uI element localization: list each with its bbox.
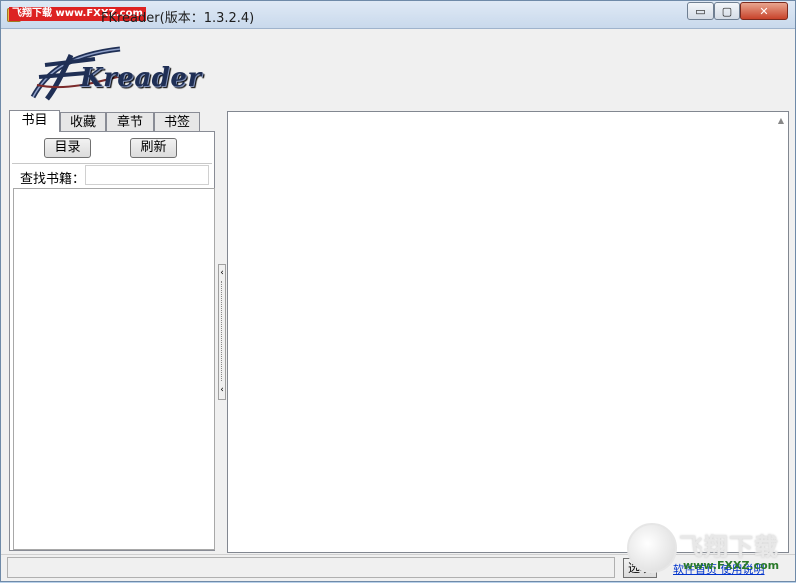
minimize-button[interactable]: ▭: [687, 2, 714, 20]
window-title: FKreader(版本：1.3.2.4): [101, 11, 255, 26]
vertical-scrollbar[interactable]: ▲: [771, 112, 788, 552]
tab-panel: 目录 刷新 查找书籍：: [9, 131, 215, 551]
search-label: 查找书籍：: [20, 172, 86, 187]
refresh-button[interactable]: 刷新: [130, 138, 177, 158]
reading-area[interactable]: ▲: [227, 111, 789, 553]
panel-splitter[interactable]: ‹ ‹: [218, 264, 226, 400]
logo-text: Kreader: [80, 63, 202, 93]
app-logo: Kreader: [25, 45, 201, 103]
catalog-button[interactable]: 目录: [44, 138, 91, 158]
tab-bookmarks[interactable]: 书签: [154, 112, 200, 132]
tab-books[interactable]: 书目: [9, 110, 60, 132]
splitter-grip: [221, 281, 223, 381]
tab-favorites[interactable]: 收藏: [60, 112, 106, 132]
watermark-cn-text: 飞翔下载: [679, 533, 779, 561]
tab-chapters[interactable]: 章节: [106, 112, 154, 132]
scroll-up-icon[interactable]: ▲: [778, 116, 784, 125]
collapse-left-icon-bottom[interactable]: ‹: [219, 385, 225, 395]
collapse-left-icon[interactable]: ‹: [219, 268, 225, 278]
search-input[interactable]: [85, 165, 209, 185]
status-pane: [7, 557, 615, 578]
watermark-logo: 飞翔下载 www.FXXZ.com: [627, 521, 795, 583]
watermark-circle-icon: [627, 523, 677, 573]
divider: [12, 163, 212, 164]
book-list[interactable]: [13, 188, 215, 550]
title-bar[interactable]: 飞翔下载 www.FXXZ.com FKreader(版本：1.3.2.4) ▭…: [1, 1, 795, 29]
app-window: 飞翔下载 www.FXXZ.com FKreader(版本：1.3.2.4) ▭…: [0, 0, 796, 582]
maximize-button[interactable]: ▢: [714, 2, 740, 20]
watermark-en-text: www.FXXZ.com: [683, 559, 780, 572]
close-button[interactable]: ✕: [740, 2, 788, 20]
